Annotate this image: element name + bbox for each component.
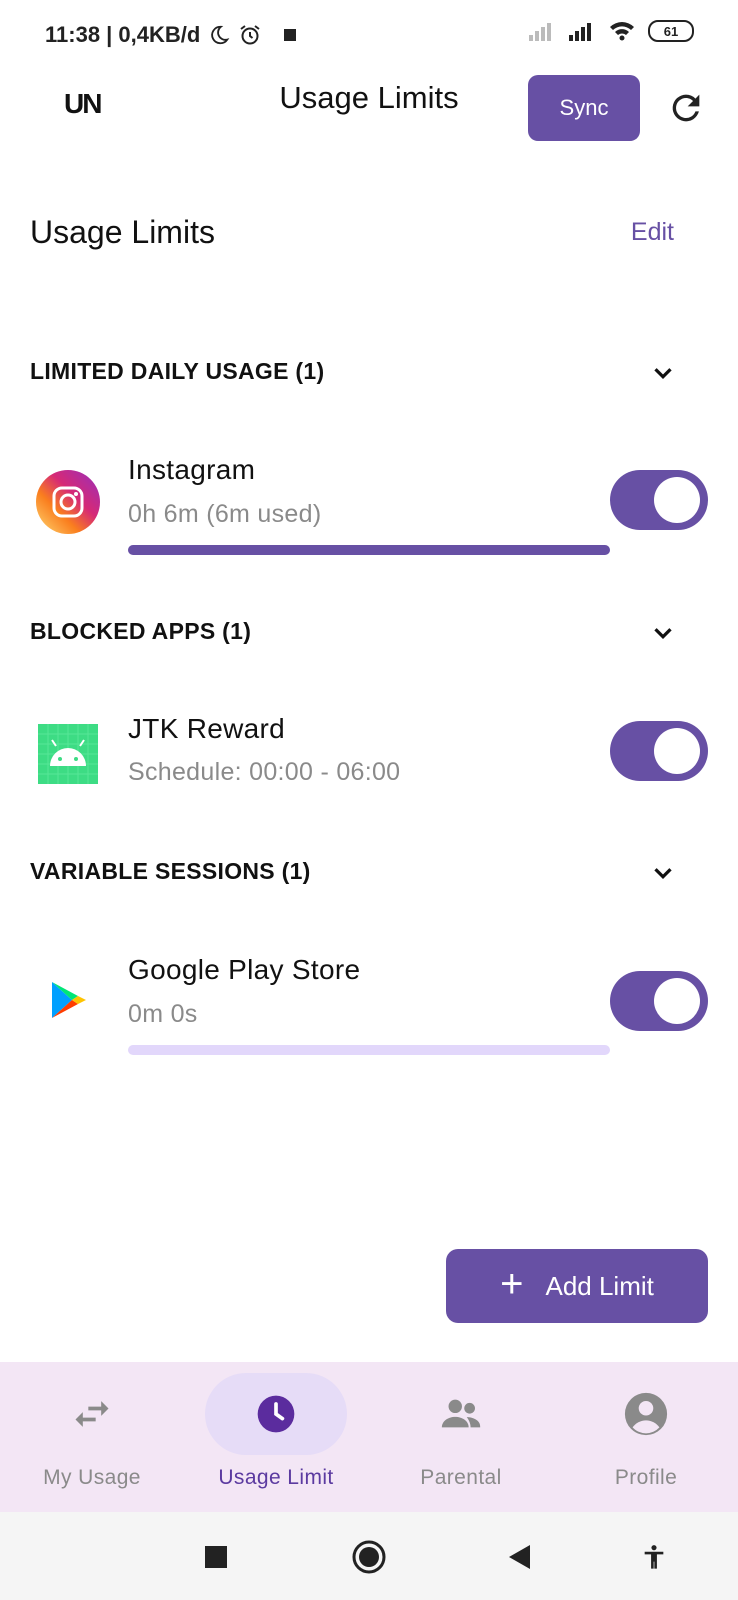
page-title: Usage Limits — [30, 214, 215, 250]
list-item-instagram[interactable]: Instagram 0h 6m (6m used) — [0, 448, 738, 558]
nav-usage-limit[interactable]: Usage Limit — [184, 1362, 368, 1512]
system-navigation-bar — [0, 1512, 738, 1600]
square-icon — [205, 1546, 227, 1568]
list-item-google-play-store[interactable]: Google Play Store 0m 0s — [0, 950, 738, 1060]
plus-icon: + — [500, 1262, 524, 1306]
usage-progress-fill — [128, 545, 610, 555]
session-time-text: 0m 0s — [128, 1000, 198, 1028]
nav-label: Profile — [614, 1466, 678, 1489]
chevron-down-icon[interactable] — [648, 358, 678, 388]
moon-icon — [211, 25, 230, 45]
group-title-blocked-apps[interactable]: BLOCKED APPS (1) — [30, 618, 251, 645]
instagram-icon — [36, 470, 100, 534]
chevron-down-icon[interactable] — [648, 858, 678, 888]
back-button[interactable] — [502, 1540, 536, 1574]
nav-profile[interactable]: Profile — [554, 1362, 738, 1512]
refresh-icon[interactable] — [666, 88, 706, 128]
android-icon — [38, 724, 98, 784]
group-title-limited-daily-usage[interactable]: LIMITED DAILY USAGE (1) — [30, 358, 324, 385]
nav-parental[interactable]: Parental — [369, 1362, 553, 1512]
nav-label: Usage Limit — [218, 1466, 334, 1489]
account-circle-icon — [624, 1392, 668, 1436]
group-title-variable-sessions[interactable]: VARIABLE SESSIONS (1) — [30, 858, 311, 885]
toggle-knob — [654, 477, 700, 523]
clock-icon — [257, 1395, 295, 1433]
back-triangle-icon — [509, 1545, 530, 1569]
usage-text: 0h 6m (6m used) — [128, 500, 322, 528]
session-progress-bar — [128, 1045, 610, 1055]
home-button[interactable] — [352, 1540, 386, 1574]
nav-label: My Usage — [43, 1466, 141, 1489]
signal-weak-icon — [529, 23, 551, 41]
recents-button[interactable] — [199, 1540, 233, 1574]
google-play-icon — [52, 982, 86, 1018]
enable-toggle[interactable] — [610, 721, 708, 781]
home-circle-icon — [352, 1540, 386, 1574]
app-name: JTK Reward — [128, 713, 286, 744]
swap-arrows-icon — [75, 1401, 109, 1427]
usage-progress-bar — [128, 545, 610, 555]
app-bar: UN Usage Limits Sync — [0, 68, 738, 148]
notification-square-icon — [284, 29, 297, 41]
status-bar: 11:38 | 0,4KB/d 61 — [0, 0, 738, 68]
schedule-text: Schedule: 00:00 - 06:00 — [128, 758, 401, 786]
add-limit-label: Add Limit — [545, 1270, 654, 1301]
toggle-knob — [654, 728, 700, 774]
bottom-navigation: My Usage Usage Limit Parental Profile — [0, 1362, 738, 1512]
toggle-knob — [654, 978, 700, 1024]
edit-button[interactable]: Edit — [631, 218, 674, 247]
app-name: Google Play Store — [128, 954, 361, 985]
wifi-icon — [610, 22, 634, 41]
app-name: Instagram — [128, 454, 256, 485]
nav-label: Parental — [420, 1466, 502, 1489]
chevron-down-icon[interactable] — [648, 618, 678, 648]
add-limit-button[interactable]: + Add Limit — [446, 1249, 708, 1323]
nav-my-usage[interactable]: My Usage — [0, 1362, 184, 1512]
enable-toggle[interactable] — [610, 971, 708, 1031]
battery-indicator: 61 — [648, 20, 694, 42]
enable-toggle[interactable] — [610, 470, 708, 530]
accessibility-button[interactable] — [637, 1540, 671, 1574]
signal-strong-icon — [569, 23, 591, 41]
alarm-icon — [240, 25, 260, 45]
accessibility-icon — [644, 1545, 664, 1569]
sync-button[interactable]: Sync — [528, 75, 640, 141]
group-icon — [441, 1399, 481, 1428]
list-item-jtk-reward[interactable]: JTK Reward Schedule: 00:00 - 06:00 — [0, 708, 738, 818]
status-time: 11:38 | 0,4KB/d — [45, 22, 201, 47]
